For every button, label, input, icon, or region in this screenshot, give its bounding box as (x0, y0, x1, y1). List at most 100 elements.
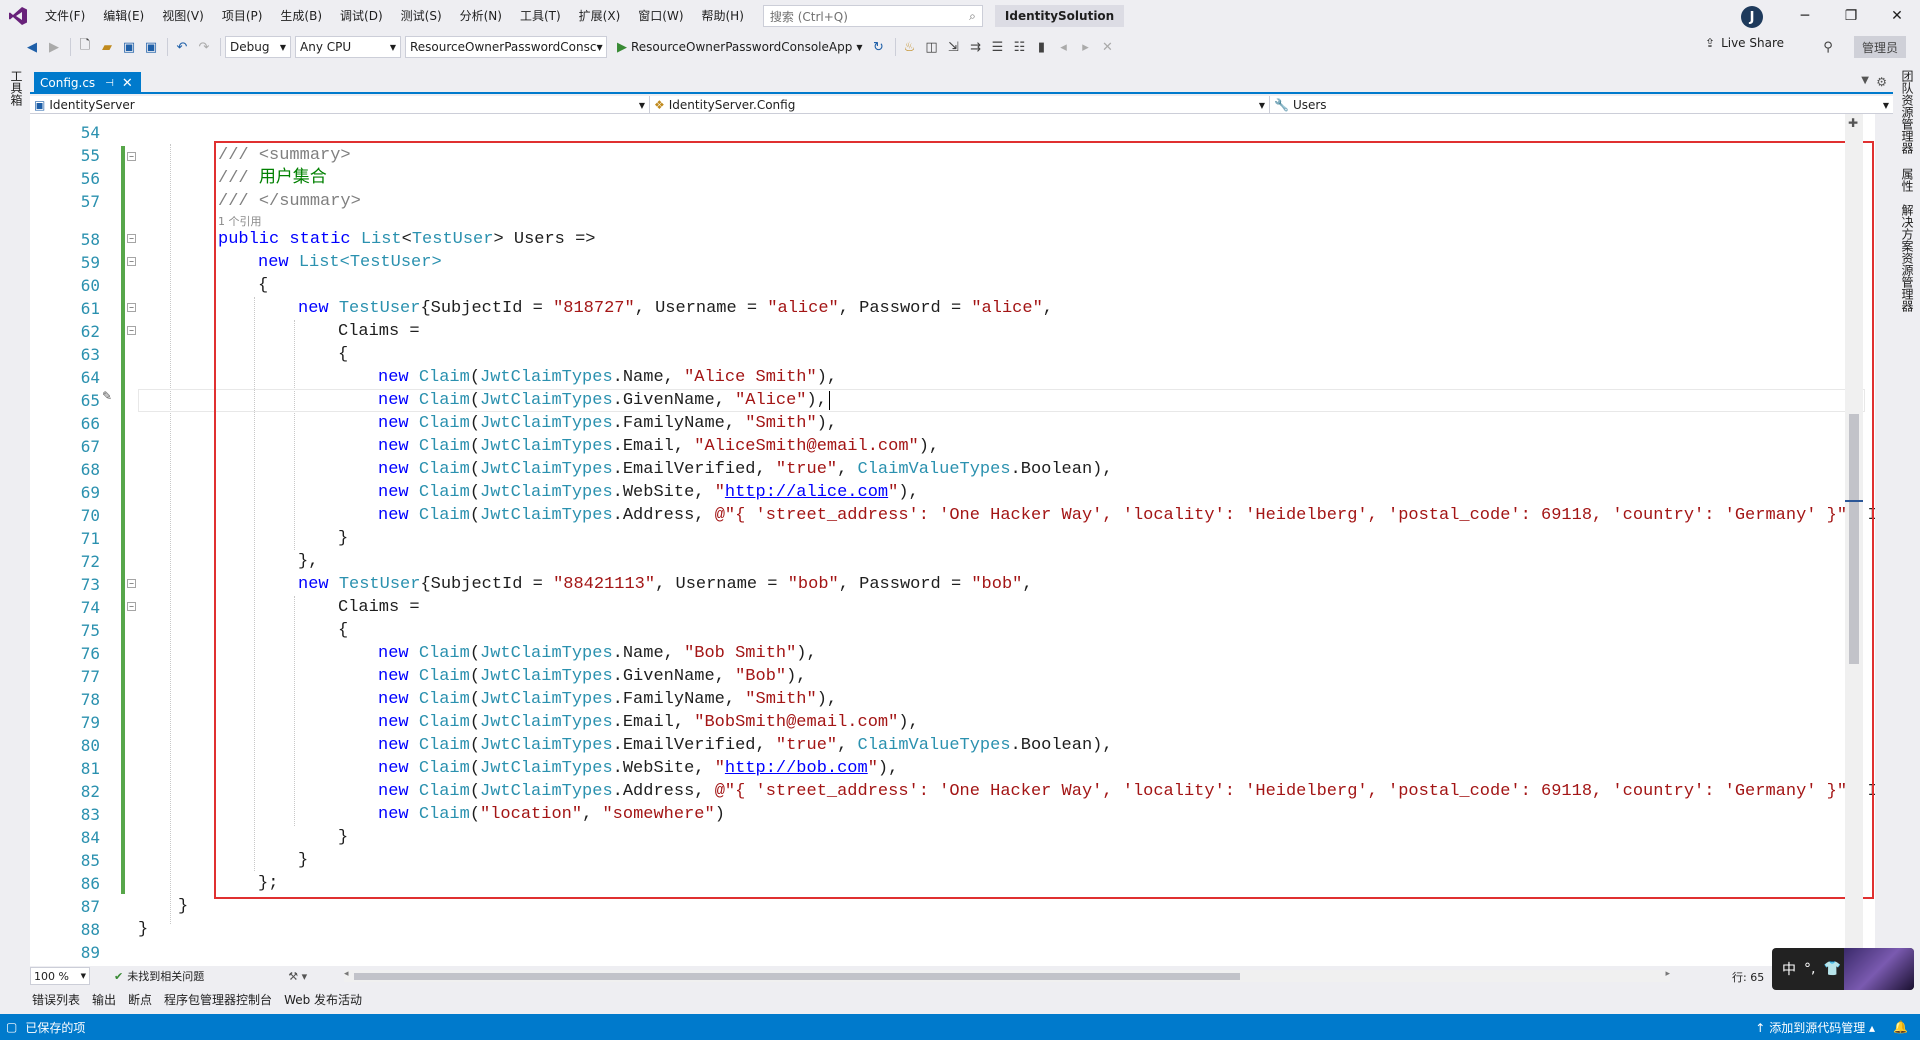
clear-bookmarks-icon[interactable]: ✕ (1098, 37, 1118, 57)
close-tab-icon[interactable]: ✕ (122, 76, 133, 91)
minimize-icon[interactable]: ─ (1782, 0, 1828, 32)
outdent-icon[interactable]: ☷ (1010, 37, 1030, 57)
url-link[interactable]: http://alice.com (725, 483, 888, 502)
properties-tab[interactable]: 属性 (1899, 168, 1916, 192)
tab-breakpoints[interactable]: 断点 (128, 991, 152, 1008)
line-number: 77 (80, 667, 100, 686)
menu-build[interactable]: 生成(B) (271, 0, 331, 32)
brush-icon[interactable]: ⚒ ▾ (288, 970, 307, 983)
restore-icon[interactable]: ❐ (1828, 0, 1874, 32)
step-over-icon[interactable]: ⇉ (966, 37, 986, 57)
type-select[interactable]: ❖ IdentityServer.Config ▼ (650, 96, 1270, 114)
play-icon: ▶ (617, 39, 627, 55)
collapse-icon[interactable]: − (127, 326, 136, 335)
line-number: 89 (80, 943, 100, 962)
code-line-62: Claims = (338, 322, 420, 341)
undo-icon[interactable]: ↶ (172, 37, 192, 57)
punctuation-icon[interactable]: °, (1804, 961, 1815, 977)
redo-icon[interactable]: ↷ (194, 37, 214, 57)
url-link[interactable]: http://bob.com (725, 759, 868, 778)
menu-edit[interactable]: 编辑(E) (94, 0, 153, 32)
code-line-57: /// </summary> (218, 192, 361, 211)
tab-list-dropdown-icon[interactable]: ▼ (1861, 75, 1869, 86)
code-line-83: new Claim("location", "somewhere") (378, 805, 725, 824)
tab-package-manager-console[interactable]: 程序包管理器控制台 (164, 991, 272, 1008)
menu-file[interactable]: 文件(F) (36, 0, 94, 32)
menu-debug[interactable]: 调试(D) (331, 0, 392, 32)
platform-select[interactable]: Any CPU ▼ (295, 36, 401, 58)
menu-test[interactable]: 测试(S) (392, 0, 451, 32)
menu-window[interactable]: 窗口(W) (629, 0, 692, 32)
step-icon[interactable]: ⇲ (944, 37, 964, 57)
line-number: 80 (80, 736, 100, 755)
project-select[interactable]: ▣ IdentityServer ▼ (30, 96, 650, 114)
live-share-button[interactable]: ⇪ Live Share (1705, 36, 1784, 50)
tab-error-list[interactable]: 错误列表 (32, 991, 80, 1008)
menu-analyze[interactable]: 分析(N) (451, 0, 511, 32)
vertical-scrollbar[interactable]: ✚ (1845, 114, 1863, 966)
code-line-60: { (258, 276, 269, 295)
issues-label: 未找到相关问题 (127, 970, 205, 983)
gear-icon[interactable]: ⚙ (1876, 75, 1887, 89)
solution-name: IdentitySolution (994, 5, 1125, 27)
feedback-icon[interactable]: ⚲ (1818, 37, 1838, 57)
member-select[interactable]: 🔧 Users ▼ (1270, 96, 1893, 114)
save-icon[interactable]: ▣ (119, 37, 139, 57)
bookmark-icon[interactable]: ▮ (1032, 37, 1052, 57)
close-icon[interactable]: ✕ (1874, 0, 1920, 32)
hot-reload-icon[interactable]: ♨ (900, 37, 920, 57)
prev-bookmark-icon[interactable]: ◂ (1054, 37, 1074, 57)
search-input[interactable]: 搜索 (Ctrl+Q) ⌕ (762, 5, 983, 27)
menu-extensions[interactable]: 扩展(X) (570, 0, 630, 32)
menu-help[interactable]: 帮助(H) (693, 0, 753, 32)
menu-tools[interactable]: 工具(T) (511, 0, 570, 32)
menu-project[interactable]: 项目(P) (213, 0, 272, 32)
tab-label: Config.cs (40, 76, 96, 90)
indent-icon[interactable]: ☰ (988, 37, 1008, 57)
next-bookmark-icon[interactable]: ▸ (1076, 37, 1096, 57)
back-icon[interactable]: ◀ (22, 37, 42, 57)
line-number: 66 (80, 414, 100, 433)
forward-icon[interactable]: ▶ (44, 37, 64, 57)
ime-language[interactable]: 中 (1782, 959, 1796, 979)
collapse-icon[interactable]: − (127, 234, 136, 243)
startup-project-select[interactable]: ResourceOwnerPasswordConsc ▼ (405, 36, 607, 58)
start-debugging-button[interactable]: ▶ ResourceOwnerPasswordConsoleApp ▼ (611, 40, 869, 55)
menu-view[interactable]: 视图(V) (153, 0, 213, 32)
screenshot-icon[interactable]: ◫ (922, 37, 942, 57)
scrollbar-thumb[interactable] (354, 973, 1240, 980)
collapse-icon[interactable]: − (127, 303, 136, 312)
code-editor[interactable]: 54 55 56 57 58 59 60 61 62 63 64 65 66 6… (30, 114, 1875, 966)
skin-icon[interactable]: 👕 (1823, 961, 1840, 977)
collapse-icon[interactable]: − (127, 152, 136, 161)
startup-project-value: ResourceOwnerPasswordConsc (410, 40, 597, 54)
configuration-select[interactable]: Debug ▼ (225, 36, 291, 58)
codelens-references[interactable]: 1 个引用 (218, 213, 262, 229)
horizontal-scrollbar[interactable]: ◂ ▸ (344, 969, 1670, 982)
tab-output[interactable]: 输出 (92, 991, 116, 1008)
add-to-source-control-button[interactable]: ↑ 添加到源代码管理 ▴ (1755, 1019, 1875, 1036)
split-icon[interactable]: ✚ (1848, 116, 1858, 130)
avatar[interactable]: J (1741, 6, 1763, 28)
tab-web-publish-activity[interactable]: Web 发布活动 (284, 991, 362, 1008)
tab-config-cs[interactable]: Config.cs ⊣ ✕ (34, 72, 141, 94)
scroll-left-icon[interactable]: ◂ (344, 969, 349, 979)
pin-icon[interactable]: ⊣ (105, 78, 114, 89)
issues-indicator[interactable]: ✔ 未找到相关问题 (114, 968, 204, 984)
new-project-icon[interactable]: 🗋 (75, 37, 95, 57)
open-folder-icon[interactable]: ▰ (97, 37, 117, 57)
scroll-right-icon[interactable]: ▸ (1665, 969, 1670, 979)
collapse-icon[interactable]: − (127, 257, 136, 266)
save-all-icon[interactable]: ▣ (141, 37, 161, 57)
toolbox-tab[interactable]: 工具箱 (8, 70, 25, 106)
team-explorer-tab[interactable]: 团队资源管理器 (1899, 70, 1916, 154)
ime-toolbar[interactable]: 中 °, 👕 (1772, 948, 1914, 990)
refresh-icon[interactable]: ↻ (869, 37, 889, 57)
solution-explorer-tab[interactable]: 解决方案资源管理器 (1899, 204, 1916, 312)
collapse-icon[interactable]: − (127, 602, 136, 611)
zoom-select[interactable]: 100 % ▼ (30, 967, 90, 985)
notification-bell-icon[interactable]: 🔔 (1893, 1020, 1908, 1034)
collapse-icon[interactable]: − (127, 579, 136, 588)
scrollbar-thumb[interactable] (1849, 414, 1859, 664)
search-placeholder: 搜索 (Ctrl+Q) (769, 9, 848, 24)
